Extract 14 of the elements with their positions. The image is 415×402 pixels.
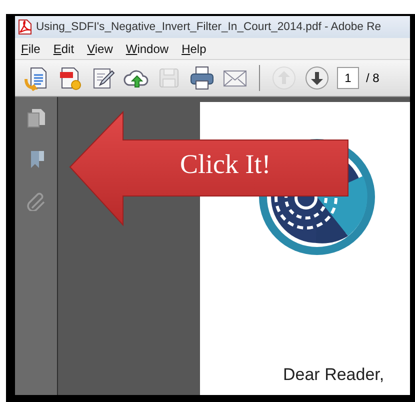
pdf-icon (18, 19, 32, 35)
callout-text: Click It! (180, 149, 271, 180)
menu-item[interactable]: Help (182, 42, 206, 56)
menu-item[interactable]: Window (126, 42, 169, 56)
pages-icon[interactable] (25, 107, 47, 129)
menu-item[interactable]: View (87, 42, 113, 56)
document-gear-icon[interactable] (57, 65, 83, 91)
print-icon[interactable] (189, 65, 215, 91)
page-number-field[interactable]: 1 (337, 67, 359, 89)
greeting-text: Dear Reader, (283, 365, 386, 385)
menu-item[interactable]: File (21, 42, 40, 56)
window-title: Using_SDFI's_Negative_Invert_Filter_In_Court_2014.pdf - Adobe Re (36, 21, 382, 33)
page-count: / 8 (366, 71, 380, 85)
menu-item[interactable]: Edit (53, 42, 74, 56)
